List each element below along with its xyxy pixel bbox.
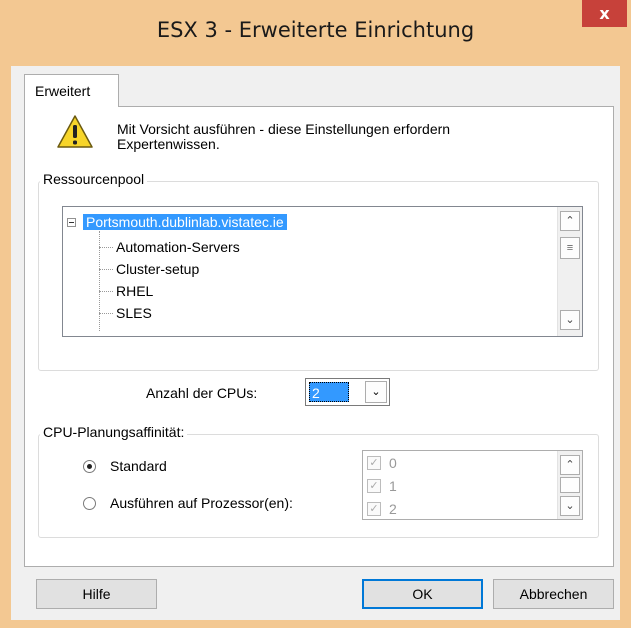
radio-standard-label[interactable]: Standard: [110, 458, 167, 474]
help-button[interactable]: Hilfe: [36, 579, 157, 609]
chevron-down-icon[interactable]: ⌄: [365, 381, 387, 403]
cpu-count-value: 2: [309, 382, 349, 402]
close-button[interactable]: x: [582, 0, 627, 27]
tab-erweitert[interactable]: Erweitert: [24, 74, 119, 107]
checkbox-icon: ✓: [367, 456, 381, 470]
collapse-icon[interactable]: [67, 218, 76, 227]
processor-list[interactable]: ✓ 0 ✓ 1 ✓ 2 ⌃ ⌄: [362, 450, 583, 520]
ok-button[interactable]: OK: [362, 579, 483, 609]
radio-run-on-processor-label[interactable]: Ausführen auf Prozessor(en):: [110, 495, 293, 511]
warning-text-line1: Mit Vorsicht ausführen - diese Einstellu…: [117, 121, 451, 137]
checkbox-icon: ✓: [367, 502, 381, 516]
scroll-thumb[interactable]: [560, 477, 580, 493]
scroll-thumb[interactable]: ≡: [560, 237, 580, 259]
tree-item-root[interactable]: Portsmouth.dublinlab.vistatec.ie: [83, 211, 287, 233]
tree-scrollbar[interactable]: ⌃ ≡ ⌄: [557, 207, 582, 336]
scroll-up-icon[interactable]: ⌃: [560, 455, 580, 475]
cpu-count-select[interactable]: 2 ⌄: [305, 378, 390, 406]
processor-label: 2: [389, 501, 397, 517]
scroll-down-icon[interactable]: ⌄: [560, 496, 580, 516]
window-title: ESX 3 - Erweiterte Einrichtung: [156, 18, 475, 42]
scroll-down-icon[interactable]: ⌄: [560, 310, 580, 330]
tree-item[interactable]: SLES: [116, 302, 152, 324]
processor-label: 0: [389, 455, 397, 471]
tree-item[interactable]: RHEL: [116, 280, 153, 302]
warning-text: Mit Vorsicht ausführen - diese Einstellu…: [117, 122, 557, 152]
tree-line: [99, 247, 113, 248]
tree-line: [99, 231, 100, 331]
tab-label: Erweitert: [35, 83, 91, 99]
cpu-affinity-label: CPU-Planungsaffinität:: [40, 424, 188, 440]
tree-item[interactable]: Automation-Servers: [116, 236, 240, 258]
tree-item-root-label: Portsmouth.dublinlab.vistatec.ie: [83, 214, 287, 230]
title-bar[interactable]: ESX 3 - Erweiterte Einrichtung x: [0, 0, 631, 66]
processor-label: 1: [389, 478, 397, 494]
tree-line: [99, 313, 113, 314]
resource-pool-label: Ressourcenpool: [40, 171, 148, 187]
dialog-window: ESX 3 - Erweiterte Einrichtung x Erweite…: [0, 0, 631, 628]
radio-run-on-processor[interactable]: [83, 497, 96, 510]
warning-text-line2: Expertenwissen.: [117, 136, 220, 152]
cancel-button[interactable]: Abbrechen: [493, 579, 614, 609]
warning-icon: [57, 115, 93, 148]
tree-line: [99, 291, 113, 292]
scroll-up-icon[interactable]: ⌃: [560, 211, 580, 231]
processor-list-scrollbar[interactable]: ⌃ ⌄: [557, 451, 582, 519]
cpu-count-label: Anzahl der CPUs:: [146, 385, 258, 401]
resource-pool-tree[interactable]: Portsmouth.dublinlab.vistatec.ie Automat…: [62, 206, 583, 337]
radio-standard[interactable]: [83, 460, 96, 473]
tree-line: [99, 269, 113, 270]
tree-item[interactable]: Cluster-setup: [116, 258, 199, 280]
checkbox-icon: ✓: [367, 479, 381, 493]
